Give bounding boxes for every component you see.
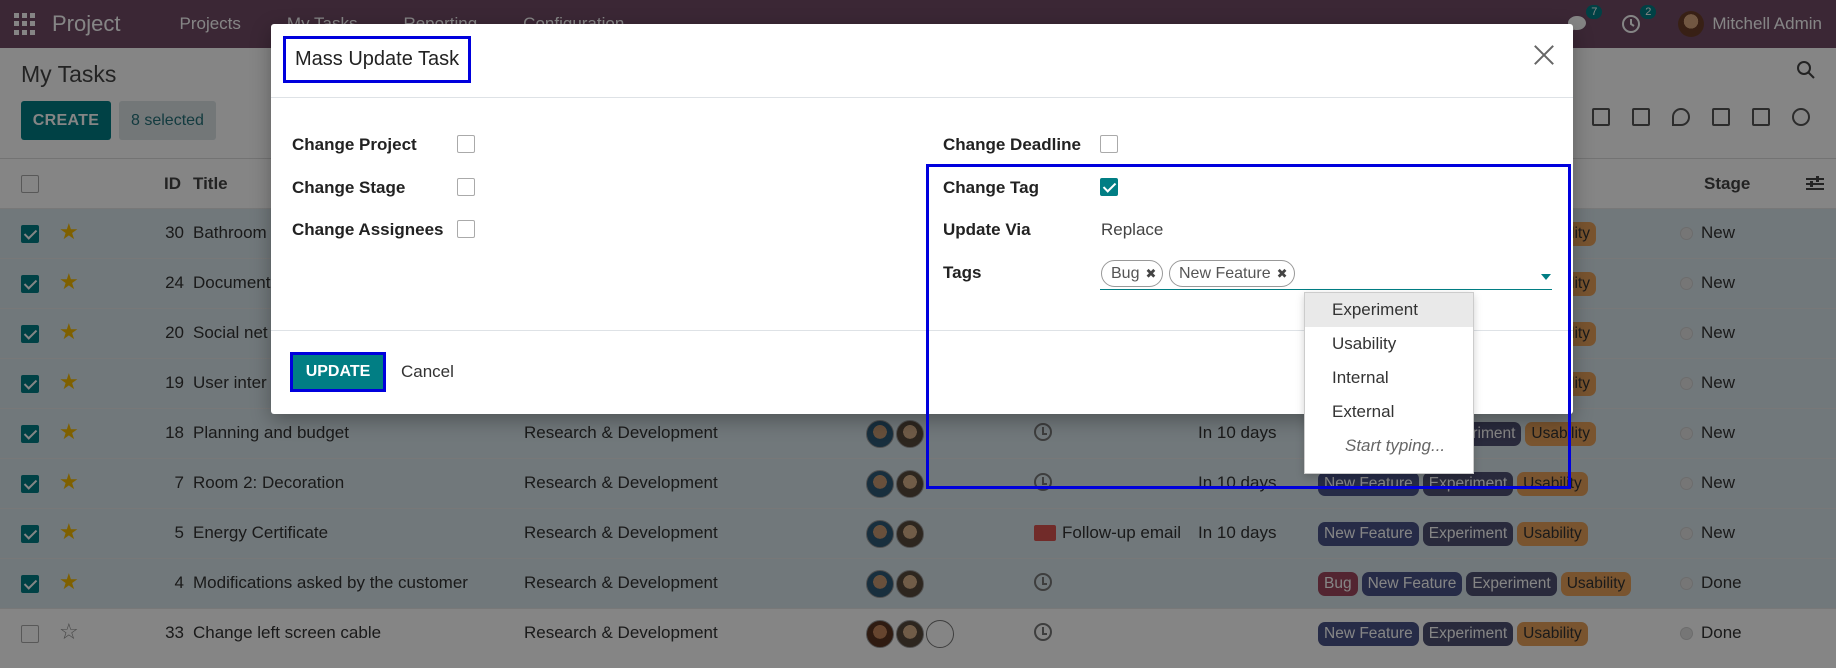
close-icon[interactable]	[1533, 44, 1555, 66]
change-assignees-label: Change Assignees	[292, 220, 444, 239]
update-button[interactable]: UPDATE	[290, 352, 386, 392]
change-assignees-checkbox[interactable]	[457, 220, 475, 238]
change-project-label: Change Project	[292, 135, 417, 154]
change-deadline-checkbox[interactable]	[1100, 135, 1118, 153]
dialog-title: Mass Update Task	[283, 36, 472, 83]
change-stage-label: Change Stage	[292, 178, 406, 197]
dropdown-option-external[interactable]: External	[1305, 395, 1473, 429]
dropdown-option-usability[interactable]: Usability	[1305, 327, 1473, 361]
cancel-button[interactable]: Cancel	[401, 362, 454, 382]
change-stage-checkbox[interactable]	[457, 178, 475, 196]
tags-autocomplete-dropdown: Experiment Usability Internal External S…	[1304, 292, 1474, 474]
tag-section-highlight	[926, 164, 1571, 489]
dropdown-option-internal[interactable]: Internal	[1305, 361, 1473, 395]
dropdown-option-experiment[interactable]: Experiment	[1305, 293, 1473, 327]
dialog-header: Mass Update Task	[271, 24, 1573, 98]
dropdown-start-typing-hint: Start typing...	[1345, 436, 1446, 455]
change-deadline-label: Change Deadline	[943, 135, 1081, 154]
change-project-checkbox[interactable]	[457, 135, 475, 153]
